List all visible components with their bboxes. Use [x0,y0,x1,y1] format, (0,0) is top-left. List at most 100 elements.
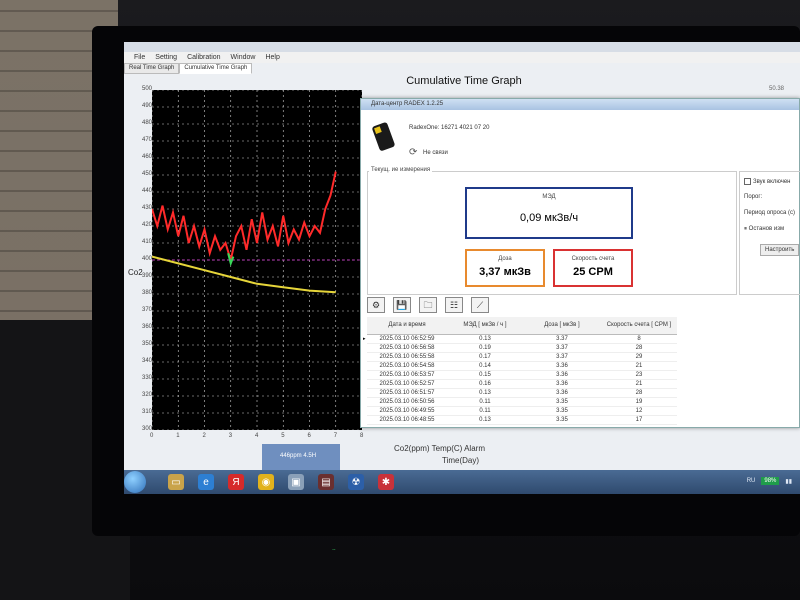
cell-cpm: 28 [635,345,643,351]
red-app-icon[interactable]: ✱ [378,474,394,490]
table-row[interactable]: 2025.03.10 06:49:55 0.11 3.35 12 [367,407,677,416]
y-tick-label: 420 [141,222,152,228]
table-row[interactable]: 2025.03.10 06:55:58 0.17 3.37 29 [367,353,677,362]
med-value: 0,09 мкЗв/ч [519,212,579,224]
table-row[interactable]: 2025.03.10 06:52:59 0.13 3.37 8 [367,335,677,344]
battery-indicator[interactable]: 98% [761,477,780,485]
cell-med: 0.13 [479,390,491,396]
app-icon[interactable]: ▣ [288,474,304,490]
x-tick-label: 2 [202,433,206,439]
x-tick-label: 5 [281,433,285,439]
menu-item-file[interactable]: File [134,52,145,63]
menu-item-calibration[interactable]: Calibration [187,52,220,63]
med-label: МЭД [542,194,556,200]
y-tick-label: 450 [141,171,152,177]
y-tick-label: 500 [141,86,152,92]
measurements-table: ▸ Дата и время МЭД [ мкЗв / ч ] Доза [ м… [363,317,677,425]
x-axis-label: Time(Day) [442,456,480,465]
cell-datetime: 2025.03.10 06:50:56 [379,399,435,405]
table-row[interactable]: 2025.03.10 06:53:57 0.15 3.36 23 [367,371,677,380]
table-row[interactable]: 2025.03.10 06:56:58 0.19 3.37 28 [367,344,677,353]
menu-item-setting[interactable]: Setting [155,52,177,63]
plot-area[interactable] [152,90,362,430]
cell-datetime: 2025.03.10 06:52:59 [379,336,435,342]
cell-datetime: 2025.03.10 06:51:57 [379,390,435,396]
chart-icon[interactable]: ⟋ [471,297,489,313]
sliders-icon[interactable]: ☷ [445,297,463,313]
threshold-label: Порог: [744,194,763,200]
ie-icon[interactable]: e [198,474,214,490]
cell-cpm: 28 [635,390,643,396]
sound-checkbox[interactable] [744,178,751,185]
header-med[interactable]: МЭД [ мкЗв / ч ] [447,322,523,329]
y-tick-label: 340 [141,358,152,364]
language-indicator[interactable]: RU [747,478,756,484]
header-datetime[interactable]: Дата и время [367,322,447,329]
cell-dose: 3.36 [556,363,568,369]
y-tick-label: 370 [141,307,152,313]
cell-datetime: 2025.03.10 06:48:55 [379,417,435,423]
network-icon[interactable]: ▮▮ [785,478,792,485]
y-tick-label: 410 [141,239,152,245]
cell-med: 0.13 [479,336,491,342]
stop-label: Останов изм [748,226,785,232]
current-row-marker: ▸ [363,336,366,342]
chrome-icon[interactable]: ◉ [258,474,274,490]
table-row[interactable]: 2025.03.10 06:51:57 0.13 3.36 28 [367,389,677,398]
cell-dose: 3.37 [556,345,568,351]
y-tick-label: 440 [141,188,152,194]
y-tick-label: 320 [141,392,152,398]
co2-chart [152,90,362,430]
table-header: Дата и время МЭД [ мкЗв / ч ] Доза [ мкЗ… [367,317,677,335]
table-row[interactable]: 2025.03.10 06:50:56 0.11 3.35 19 [367,398,677,407]
explorer-icon[interactable]: ▭ [168,474,184,490]
radex-icon[interactable]: ☢ [348,474,364,490]
monitor-screen: File Setting Calibration Window Help Real Ti… [124,42,800,494]
header-cpm[interactable]: Скорость счета [ CPM ] [601,322,677,329]
cell-datetime: 2025.03.10 06:53:57 [379,372,435,378]
tab-real-time-graph[interactable]: Real Time Graph [124,63,180,74]
dose-value: 3,37 мкЗв [479,266,531,278]
series-line-tempc [152,255,336,294]
current-measurements-title: Текущ. ие измерения [369,167,433,173]
start-button[interactable] [124,471,146,493]
folder-icon[interactable]: 🗀 [419,297,437,313]
connection-status: Не связи [423,150,448,156]
table-row[interactable]: 2025.03.10 06:48:55 0.13 3.35 17 [367,416,677,425]
poll-period-label: Период опроса (с) [744,210,795,216]
settings-panel: Звук включен Порог: Период опроса (с) ⏸ … [739,171,800,295]
cell-dose: 3.37 [556,336,568,342]
x-tick-label: 7 [333,433,338,439]
save-icon[interactable]: 💾 [393,297,411,313]
y-axis-label: Co2 [128,268,143,277]
y-tick-label: 330 [141,375,152,381]
dose-label: Доза [498,256,512,262]
cell-med: 0.16 [479,381,491,387]
sync-icon[interactable]: ⟳ [409,147,417,158]
y-tick-label: 490 [141,103,152,109]
media-icon[interactable]: ▤ [318,474,334,490]
cell-dose: 3.35 [556,399,568,405]
x-tick-label: 8 [360,433,364,439]
yandex-icon[interactable]: Я [228,474,244,490]
table-row[interactable]: 2025.03.10 06:52:57 0.16 3.36 21 [367,380,677,389]
stop-measure-button[interactable]: ⏸ Останов изм [744,226,784,233]
x-tick-label: 6 [307,433,311,439]
chart-legend: Co2(ppm) Temp(C) Alarm [394,444,485,453]
header-dose[interactable]: Доза [ мкЗв ] [523,322,601,329]
sound-toggle[interactable]: Звук включен [744,178,791,185]
gear-icon[interactable]: ⚙ [367,297,385,313]
radex-dialog: Дата-центр RADEX 1.2.25 RadexOne: 16271 … [360,98,800,428]
menu-item-help[interactable]: Help [265,52,279,63]
table-row[interactable]: 2025.03.10 06:54:58 0.14 3.36 21 [367,362,677,371]
settings-button[interactable]: Настроить [760,244,800,256]
table-toolbar: ⚙ 💾 🗀 ☷ ⟋ [367,297,489,313]
system-tray: RU 98% ▮▮ [747,477,792,485]
y-tick-label: 470 [141,137,152,143]
tab-strip: Real Time Graph Cumulative Time Graph [124,63,253,74]
x-tick-label: 3 [228,433,233,439]
tab-cumulative-time-graph[interactable]: Cumulative Time Graph [179,63,253,74]
cpm-label: Скорость счета [571,256,615,262]
menu-item-window[interactable]: Window [231,52,256,63]
cpm-value: 25 CPM [573,266,613,278]
